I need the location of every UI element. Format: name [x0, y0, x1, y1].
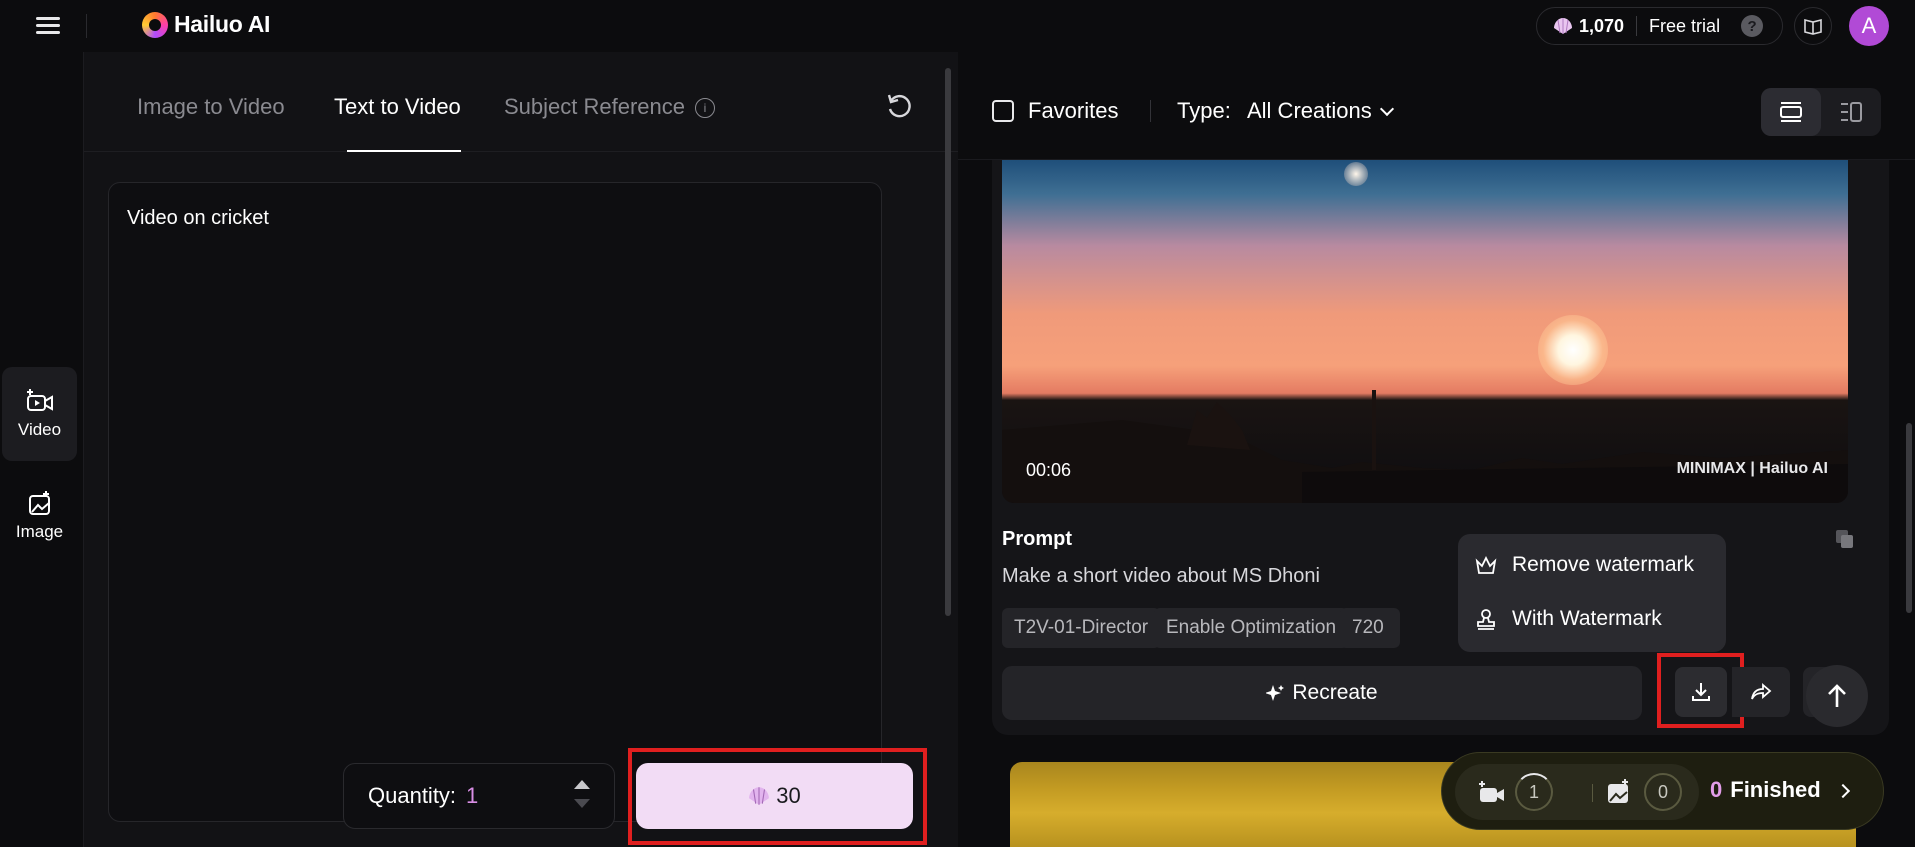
rail-item-image[interactable]: Image — [2, 469, 77, 563]
download-icon — [1692, 683, 1710, 701]
decrement-icon[interactable] — [574, 799, 590, 808]
book-icon[interactable] — [1794, 7, 1832, 45]
help-icon[interactable]: ? — [1741, 15, 1764, 37]
video-queue-count: 1 — [1515, 773, 1553, 811]
header-divider — [1150, 100, 1151, 122]
list-view-icon[interactable] — [1761, 88, 1821, 136]
image-icon — [28, 491, 50, 515]
crown-icon — [1475, 555, 1497, 574]
prompt-text: Make a short video about MS Dhoni — [1002, 565, 1320, 587]
model-tag: T2V-01-Director — [1002, 608, 1161, 648]
finished-status: 0 Finished — [1710, 777, 1821, 803]
rail-item-video[interactable]: Video — [2, 367, 77, 461]
generate-button[interactable]: 30 — [636, 763, 913, 829]
video-duration: 00:06 — [1026, 460, 1072, 480]
finished-count: 0 — [1710, 777, 1723, 802]
scroll-to-top-button[interactable] — [1806, 665, 1868, 727]
tab-image-to-video[interactable]: Image to Video — [137, 94, 285, 120]
favorites-checkbox[interactable] — [992, 100, 1014, 122]
status-divider — [1592, 784, 1593, 802]
resolution-tag: 720 — [1340, 608, 1400, 648]
arrow-up-icon — [1828, 684, 1846, 707]
avatar[interactable]: A — [1849, 6, 1889, 46]
optimization-tag: Enable Optimization — [1154, 608, 1349, 648]
download-menu: Remove watermark With Watermark — [1458, 534, 1726, 652]
pill-divider — [1636, 16, 1638, 36]
reset-icon[interactable] — [884, 91, 914, 121]
with-watermark-label: With Watermark — [1512, 607, 1662, 630]
stamp-icon — [1477, 609, 1495, 630]
with-watermark-option[interactable]: With Watermark — [1474, 607, 1662, 631]
app-logo[interactable]: Hailuo AI — [142, 11, 270, 38]
prompt-input[interactable]: Video on cricket — [108, 182, 882, 822]
type-label: Type: — [1177, 98, 1231, 123]
copy-icon[interactable] — [1835, 529, 1855, 549]
image-queue-icon — [1608, 779, 1628, 803]
stepper-arrows[interactable] — [572, 778, 592, 816]
menu-icon[interactable] — [36, 14, 62, 38]
video-thumbnail[interactable]: 00:06 MINIMAX | Hailuo AI — [1002, 160, 1848, 503]
info-icon[interactable]: i — [695, 98, 715, 118]
credits-pill[interactable]: 1,070 Free trial ? — [1536, 7, 1783, 45]
favorites-label[interactable]: Favorites — [1028, 98, 1118, 124]
view-toggle — [1761, 88, 1881, 136]
video-icon — [26, 389, 53, 411]
sparkle-icon — [1266, 685, 1285, 701]
chevron-right-icon — [1835, 783, 1851, 799]
left-rail: Video Image — [0, 52, 84, 847]
rail-item-label: Image — [15, 522, 64, 541]
sun — [1538, 315, 1608, 385]
quantity-stepper[interactable]: Quantity: 1 — [343, 763, 615, 829]
share-button[interactable] — [1732, 667, 1790, 717]
recreate-button[interactable]: Recreate — [1002, 666, 1642, 720]
increment-icon[interactable] — [574, 780, 590, 789]
results-scrollbar[interactable] — [1906, 423, 1912, 613]
finished-label: Finished — [1730, 777, 1821, 802]
remove-watermark-label: Remove watermark — [1512, 553, 1695, 576]
video-watermark: MINIMAX | Hailuo AI — [1676, 460, 1828, 477]
generate-cost: 30 — [776, 783, 801, 808]
type-filter-value: All Creations — [1247, 98, 1372, 123]
type-filter-dropdown[interactable]: All Creations — [1247, 98, 1394, 124]
results-header: Favorites Type: All Creations — [958, 52, 1915, 160]
recreate-label: Recreate — [1292, 681, 1378, 704]
remove-watermark-option[interactable]: Remove watermark — [1474, 553, 1694, 577]
sun-glare — [1344, 162, 1368, 186]
creation-card: 00:06 MINIMAX | Hailuo AI Prompt Make a … — [992, 160, 1889, 735]
plan-label[interactable]: Free trial — [1649, 16, 1720, 37]
split-view-icon[interactable] — [1821, 88, 1881, 136]
prompt-title: Prompt — [1002, 528, 1072, 550]
composer-panel: Image to Video Text to Video Subject Ref… — [84, 52, 958, 847]
mode-tabs: Image to Video Text to Video Subject Ref… — [84, 52, 958, 152]
credits-count: 1,070 — [1579, 15, 1625, 36]
top-bar: Hailuo AI 1,070 Free trial ? A — [0, 0, 1915, 52]
status-counters: 1 0 — [1455, 764, 1699, 820]
active-tab-underline — [347, 150, 461, 152]
app-name: Hailuo AI — [174, 11, 271, 37]
image-queue-count: 0 — [1644, 773, 1682, 811]
hailuo-logo-icon — [142, 11, 168, 38]
credit-shell-icon — [749, 787, 770, 805]
tab-label: Subject Reference — [504, 94, 685, 119]
tab-subject-reference[interactable]: Subject Reference i — [504, 94, 715, 120]
topbar-divider — [86, 14, 87, 38]
stadium-silhouette — [1002, 390, 1848, 503]
video-queue-icon — [1479, 781, 1504, 802]
share-icon — [1751, 683, 1772, 700]
chevron-down-icon — [1379, 101, 1394, 117]
quantity-label: Quantity: — [368, 783, 457, 808]
quantity-value: 1 — [466, 783, 479, 808]
tab-text-to-video[interactable]: Text to Video — [334, 94, 461, 120]
results-panel: Favorites Type: All Creations 00:06 MINI… — [958, 52, 1915, 847]
rail-item-label: Video — [17, 420, 62, 439]
credit-shell-icon — [1554, 18, 1572, 34]
download-button[interactable] — [1675, 667, 1727, 717]
generation-status-pill[interactable]: 1 0 0 Finished — [1441, 752, 1884, 830]
composer-scrollbar[interactable] — [945, 68, 951, 616]
